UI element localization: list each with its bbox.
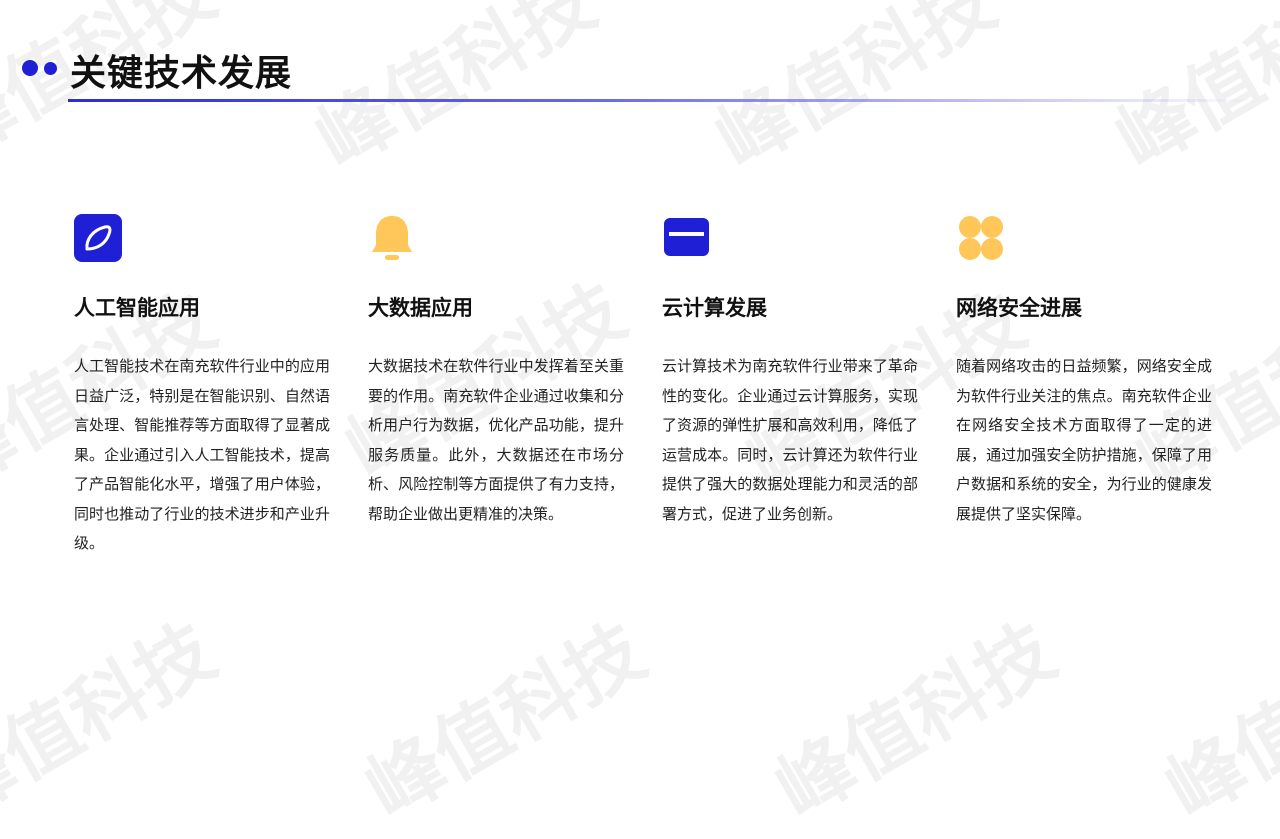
page-title: 关键技术发展	[70, 53, 293, 94]
title-dots	[20, 60, 64, 76]
card-security: 网络安全进展 随着网络攻击的日益频繁，网络安全成为软件行业关注的焦点。南充软件企…	[954, 212, 1214, 523]
bell-icon	[372, 216, 412, 260]
leaf-icon	[74, 214, 122, 262]
watermark: 峰值科技	[1101, 0, 1280, 186]
watermark: 峰值科技	[351, 606, 660, 836]
card-title: 云计算发展	[662, 296, 767, 320]
watermark: 峰值科技	[301, 0, 610, 186]
dot-decoration	[22, 60, 38, 76]
clover-icon	[959, 216, 1003, 260]
watermark: 峰值科技	[761, 606, 1070, 836]
card-text: 人工智能技术在南充软件行业中的应用日益广泛，特别是在智能识别、自然语言处理、智能…	[74, 357, 330, 552]
watermark: 峰值科技	[701, 0, 1010, 186]
card-title: 大数据应用	[368, 296, 473, 320]
card-ai: 人工智能应用 人工智能技术在南充软件行业中的应用日益广泛，特别是在智能识别、自然…	[72, 212, 332, 552]
card-bigdata: 大数据应用 大数据技术在软件行业中发挥着至关重要的作用。南充软件企业通过收集和分…	[366, 212, 626, 523]
card-title: 网络安全进展	[956, 296, 1082, 320]
card-icon	[664, 218, 709, 256]
watermark: 峰值科技	[1151, 606, 1280, 836]
card-title: 人工智能应用	[74, 296, 200, 320]
card-text: 大数据技术在软件行业中发挥着至关重要的作用。南充软件企业通过收集和分析用户行为数…	[368, 357, 624, 523]
card-text: 云计算技术为南充软件行业带来了革命性的变化。企业通过云计算服务，实现了资源的弹性…	[662, 357, 918, 523]
watermark: 峰值科技	[0, 606, 230, 836]
title-underline	[68, 99, 1260, 102]
dot-decoration	[44, 62, 57, 75]
card-cloud: 云计算发展 云计算技术为南充软件行业带来了革命性的变化。企业通过云计算服务，实现…	[660, 212, 920, 523]
card-text: 随着网络攻击的日益频繁，网络安全成为软件行业关注的焦点。南充软件企业在网络安全技…	[956, 357, 1212, 523]
